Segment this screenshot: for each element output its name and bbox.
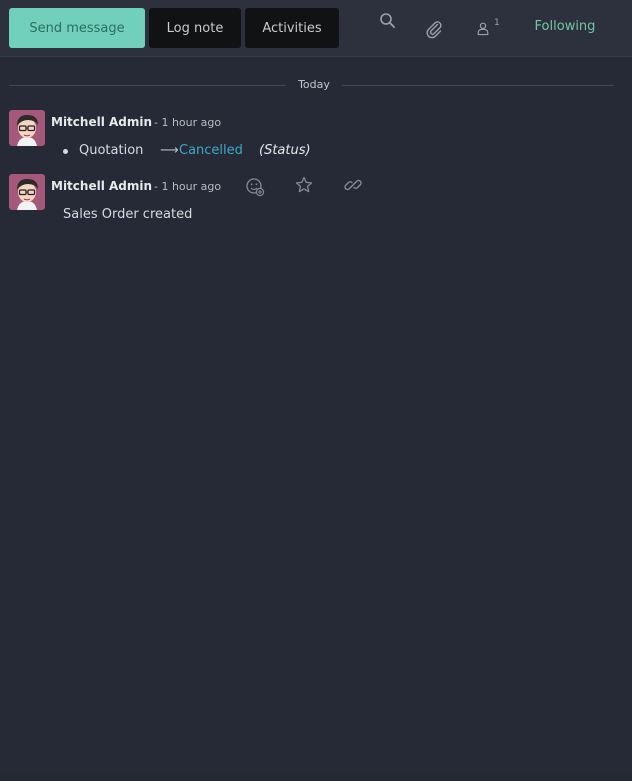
log-note-button[interactable]: Log note	[149, 8, 241, 48]
followers-count: 1	[494, 18, 500, 28]
paperclip-icon[interactable]	[424, 19, 444, 39]
tracking-old-value: Quotation	[79, 143, 144, 158]
message-date: - 1 hour ago	[154, 180, 222, 193]
bottom-edge	[0, 775, 632, 781]
list-bullet	[63, 149, 68, 154]
arrow-right-icon: ⟶	[160, 143, 179, 158]
tracking-new-value: Cancelled	[179, 143, 243, 158]
separator-line	[9, 85, 286, 86]
message-body: Sales Order created	[63, 207, 193, 222]
avatar[interactable]	[9, 174, 45, 210]
user-icon	[476, 19, 492, 39]
followers-button[interactable]: 1	[476, 18, 506, 39]
separator-line	[342, 85, 614, 86]
star-icon[interactable]	[294, 175, 314, 195]
following-button[interactable]: Following	[522, 19, 608, 34]
message-author[interactable]: Mitchell Admin	[51, 115, 152, 129]
add-reaction-icon[interactable]	[245, 177, 265, 197]
avatar[interactable]	[9, 110, 45, 146]
chatter-topbar: Send message Log note Activities 1 Follo…	[0, 0, 632, 57]
date-separator: Today	[9, 78, 614, 91]
message-date: - 1 hour ago	[154, 116, 222, 129]
search-icon[interactable]	[378, 11, 398, 31]
activities-button[interactable]: Activities	[245, 8, 339, 48]
separator-label: Today	[298, 78, 330, 91]
link-icon[interactable]	[343, 175, 363, 195]
tracking-field-name: (Status)	[259, 143, 311, 158]
send-message-button[interactable]: Send message	[9, 8, 145, 48]
message-author[interactable]: Mitchell Admin	[51, 179, 152, 193]
